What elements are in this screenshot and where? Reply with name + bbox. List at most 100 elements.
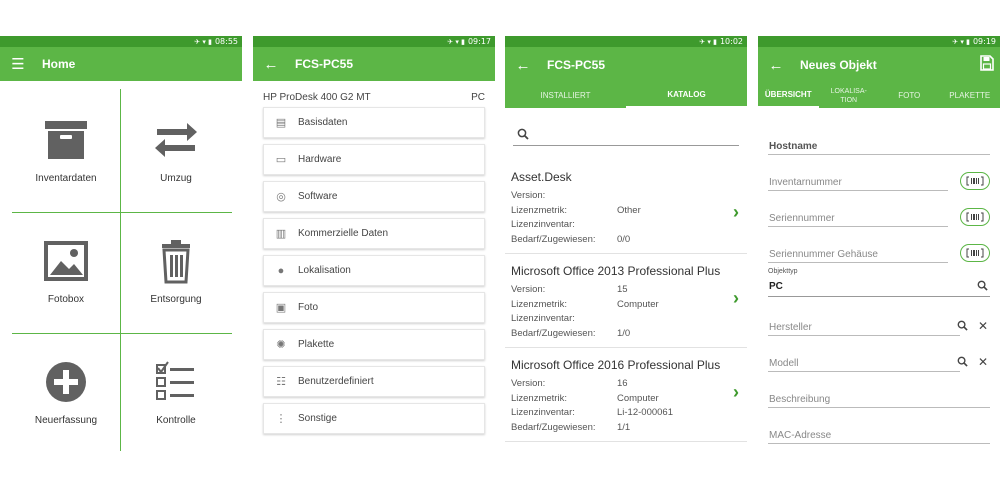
swap-arrows-icon <box>155 123 197 157</box>
field-label: Version: <box>511 378 546 389</box>
status-bar: ✈ ▾ ▮ 09:19 <box>758 36 1000 47</box>
tile-label: Umzug <box>160 173 192 184</box>
catalog-item[interactable]: Microsoft Office 2013 Professional Plus … <box>505 254 747 348</box>
case-serial-placeholder: Seriennummer Gehäuse <box>769 249 878 260</box>
menu-item-kommerzielle-daten[interactable]: ▥ Kommerzielle Daten <box>263 218 485 249</box>
menu-item-hardware[interactable]: ▭ Hardware <box>263 144 485 175</box>
tab-lokalisation[interactable]: LOKALISA- TION <box>819 83 880 108</box>
document-icon: ▤ <box>275 116 287 129</box>
object-type-select[interactable]: PC <box>768 275 990 297</box>
hostname-field[interactable]: Hostname <box>768 122 990 158</box>
description-field[interactable]: Beschreibung <box>768 375 990 411</box>
tile-entsorgung[interactable]: Entsorgung <box>121 238 231 348</box>
back-arrow-icon[interactable]: ← <box>758 57 794 74</box>
mac-address-placeholder: MAC-Adresse <box>769 430 832 441</box>
chevron-right-icon[interactable]: › <box>733 382 739 403</box>
more-vertical-icon: ⋮ <box>275 412 287 425</box>
tile-label: Neuerfassung <box>34 415 98 426</box>
photo-icon: ▣ <box>275 301 287 314</box>
mac-address-field[interactable]: MAC-Adresse <box>768 411 990 447</box>
disc-icon: ◎ <box>276 190 286 203</box>
app-bar: ← FCS-PC55 <box>505 47 747 83</box>
back-arrow-icon[interactable]: ← <box>505 57 541 74</box>
catalog-item-title: Asset.Desk <box>511 170 572 184</box>
field-value: Computer <box>617 392 659 404</box>
barcode-scan-button[interactable] <box>960 172 990 190</box>
menu-item-lokalisation[interactable]: ● Lokalisation <box>263 255 485 286</box>
catalog-item[interactable]: Asset.Desk Version: Lizenzmetrik: Other L… <box>505 160 747 254</box>
menu-item-label: Sonstige <box>298 413 337 424</box>
app-bar-title: Neues Objekt <box>800 58 877 72</box>
field-label: Version: <box>511 284 546 295</box>
save-icon[interactable] <box>980 55 994 71</box>
tab-bar: ÜBERSICHT LOKALISA- TION FOTO PLAKETTE <box>758 83 1000 108</box>
case-serial-field[interactable]: Seriennummer Gehäuse <box>768 230 990 266</box>
status-bar: ✈ ▾ ▮ 10:02 <box>505 36 747 47</box>
chevron-right-icon[interactable]: › <box>733 202 739 223</box>
menu-item-label: Kommerzielle Daten <box>298 228 389 239</box>
chevron-right-icon[interactable]: › <box>733 288 739 309</box>
menu-item-label: Foto <box>298 302 319 313</box>
manufacturer-field[interactable]: Hersteller ✕ <box>768 303 990 339</box>
menu-item-benutzerdefiniert[interactable]: ☷ Benutzerdefiniert <box>263 366 485 397</box>
barcode-scan-button[interactable] <box>960 244 990 262</box>
status-time: 09:19 <box>972 37 996 46</box>
field-value: 1/0 <box>617 327 631 339</box>
tile-fotobox[interactable]: Fotobox <box>11 238 121 348</box>
tab-installiert[interactable]: INSTALLIERT <box>505 83 626 108</box>
tile-neuerfassung[interactable]: Neuerfassung <box>11 359 121 469</box>
field-value: 16 <box>617 378 628 389</box>
menu-item-label: Software <box>298 191 338 202</box>
badge-icon: ✺ <box>276 338 286 351</box>
field-label: Bedarf/Zugewiesen: <box>511 421 596 433</box>
model-field[interactable]: Modell ✕ <box>768 339 990 375</box>
search-icon[interactable] <box>957 356 968 367</box>
tab-uebersicht[interactable]: ÜBERSICHT <box>758 83 819 108</box>
screen-home: ✈ ▾ ▮ 08:55 ☰ Home Inventardaten Umzug Fo… <box>0 36 242 500</box>
inventory-number-field[interactable]: Inventarnummer <box>768 158 990 194</box>
hostname-placeholder: Hostname <box>769 141 818 152</box>
serial-number-field[interactable]: Seriennummer <box>768 194 990 230</box>
menu-item-software[interactable]: ◎ Software <box>263 181 485 212</box>
tab-plakette[interactable]: PLAKETTE <box>940 83 1000 108</box>
tab-katalog[interactable]: KATALOG <box>626 83 747 108</box>
tile-label: Kontrolle <box>156 415 196 426</box>
app-bar: ☰ Home <box>0 47 242 81</box>
search-input[interactable] <box>513 124 739 146</box>
tile-inventardaten[interactable]: Inventardaten <box>11 117 121 227</box>
manufacturer-placeholder: Hersteller <box>769 322 812 333</box>
field-value: 15 <box>617 284 628 295</box>
status-bar: ✈ ▾ ▮ 08:55 <box>0 36 242 47</box>
menu-icon[interactable]: ☰ <box>0 55 36 73</box>
list-icon: ☷ <box>276 375 286 388</box>
barcode-icon <box>966 248 984 258</box>
tile-label: Fotobox <box>47 294 85 305</box>
menu-item-label: Basisdaten <box>298 117 348 128</box>
menu-item-plakette[interactable]: ✺ Plakette <box>263 329 485 360</box>
object-type-value: PC <box>769 281 783 292</box>
menu-item-sonstige[interactable]: ⋮ Sonstige <box>263 403 485 434</box>
menu-item-basisdaten[interactable]: ▤ Basisdaten <box>263 107 485 138</box>
field-value: 0/0 <box>617 233 631 245</box>
tile-kontrolle[interactable]: Kontrolle <box>121 359 231 469</box>
home-grid: Inventardaten Umzug Fotobox Entsorgung N… <box>0 81 242 499</box>
field-label: Lizenzinventar: <box>511 219 575 230</box>
menu-item-foto[interactable]: ▣ Foto <box>263 292 485 323</box>
clear-icon[interactable]: ✕ <box>978 355 988 369</box>
field-value: Computer <box>617 298 659 310</box>
screen-new-object: ✈ ▾ ▮ 09:19 ← Neues Objekt ÜBERSICHT LOKA… <box>758 36 1000 500</box>
tab-bar: INSTALLIERT KATALOG <box>505 83 747 108</box>
back-arrow-icon[interactable]: ← <box>253 56 289 73</box>
catalog-item[interactable]: Microsoft Office 2016 Professional Plus … <box>505 348 747 442</box>
tile-umzug[interactable]: Umzug <box>121 117 231 227</box>
search-icon[interactable] <box>977 280 988 291</box>
screen-device-detail: ✈ ▾ ▮ 09:17 ← FCS-PC55 HP ProDesk 400 G2 … <box>253 36 495 500</box>
status-time: 09:17 <box>467 37 491 46</box>
field-label: Lizenzmetrik: <box>511 204 567 216</box>
search-icon[interactable] <box>957 320 968 331</box>
barcode-scan-button[interactable] <box>960 208 990 226</box>
app-bar: ← FCS-PC55 <box>253 47 495 81</box>
tab-foto[interactable]: FOTO <box>879 83 940 108</box>
clear-icon[interactable]: ✕ <box>978 319 988 333</box>
field-label: Bedarf/Zugewiesen: <box>511 327 596 339</box>
